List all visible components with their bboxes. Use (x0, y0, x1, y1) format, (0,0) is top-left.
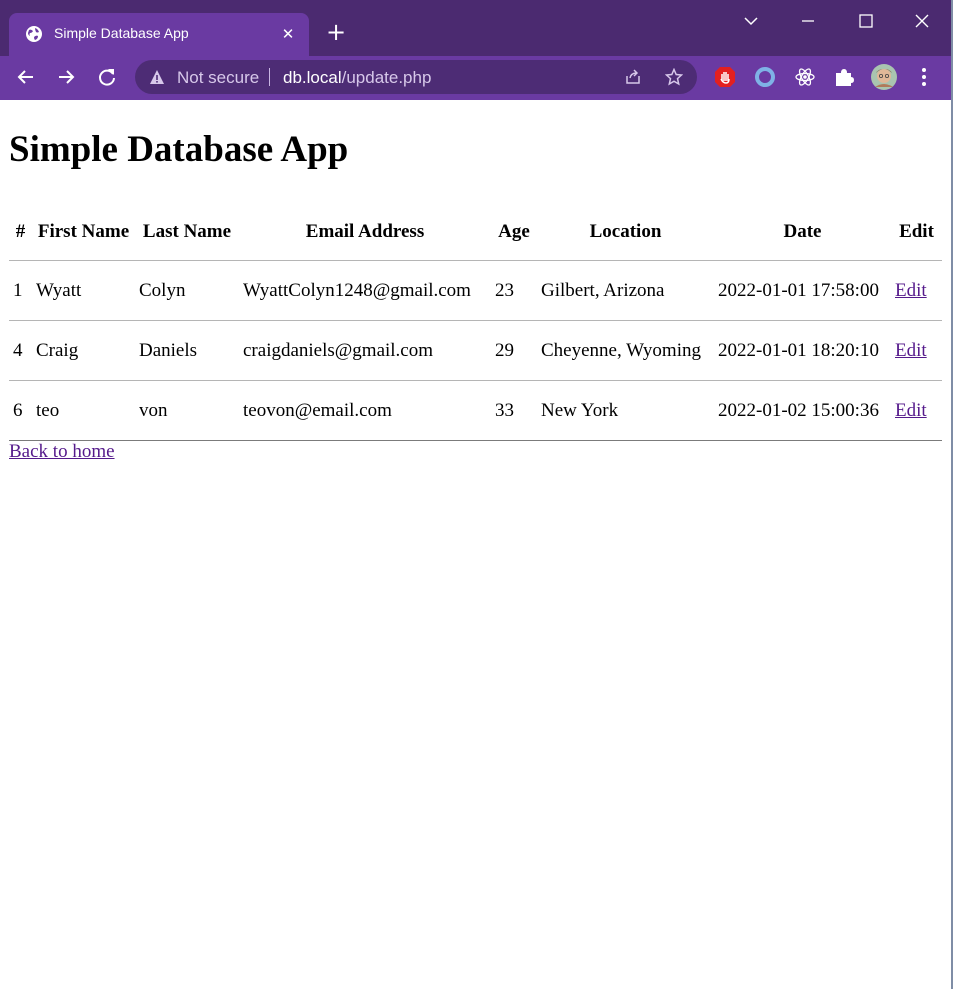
cell-date: 2022-01-02 15:00:36 (714, 380, 891, 441)
close-window-icon[interactable] (911, 10, 933, 32)
arrow-left-icon[interactable] (15, 66, 37, 88)
tab-title: Simple Database App (54, 25, 189, 41)
avatar[interactable] (870, 63, 898, 91)
minimize-icon[interactable] (797, 10, 819, 32)
users-table: # First Name Last Name Email Address Age… (9, 203, 942, 441)
stop-hand-icon[interactable] (714, 66, 736, 88)
more-vertical-icon[interactable] (913, 66, 935, 88)
column-header-first-name: First Name (32, 203, 135, 261)
cell-edit: Edit (891, 320, 942, 381)
cell-email: WyattColyn1248@gmail.com (239, 260, 491, 321)
url-host: db.local (283, 68, 342, 87)
cell-last-name: Colyn (135, 260, 239, 321)
column-header-email: Email Address (239, 203, 491, 261)
close-icon[interactable]: ✕ (280, 26, 296, 42)
arrow-right-icon[interactable] (55, 66, 77, 88)
cell-age: 23 (491, 260, 537, 321)
star-icon[interactable] (665, 68, 683, 86)
cell-email: teovon@email.com (239, 380, 491, 441)
omnibox-divider (269, 68, 270, 86)
chevron-down-icon[interactable] (740, 10, 762, 32)
browser-tab[interactable]: Simple Database App ✕ (9, 13, 309, 56)
puzzle-icon[interactable] (833, 66, 855, 88)
cell-edit: Edit (891, 380, 942, 441)
plus-icon[interactable]: + (325, 20, 347, 44)
url-path: /update.php (341, 68, 432, 87)
table-row: 1 Wyatt Colyn WyattColyn1248@gmail.com 2… (9, 260, 942, 321)
edit-link[interactable]: Edit (895, 280, 927, 301)
column-header-location: Location (537, 203, 714, 261)
reload-icon[interactable] (96, 66, 118, 88)
back-to-home-link[interactable]: Back to home (9, 441, 115, 463)
column-header-date: Date (714, 203, 891, 261)
warning-icon[interactable] (149, 69, 165, 85)
address-bar[interactable]: Not secure db.local/update.php (135, 60, 697, 94)
cell-date: 2022-01-01 17:58:00 (714, 260, 891, 321)
cell-edit: Edit (891, 260, 942, 321)
browser-toolbar: Not secure db.local/update.php (0, 56, 951, 100)
cell-first-name: teo (32, 380, 135, 441)
cell-age: 33 (491, 380, 537, 441)
react-atom-icon[interactable] (794, 66, 816, 88)
cell-age: 29 (491, 320, 537, 381)
cell-location: Cheyenne, Wyoming (537, 320, 714, 381)
security-label[interactable]: Not secure (177, 68, 259, 88)
table-row: 6 teo von teovon@email.com 33 New York 2… (9, 380, 942, 441)
cell-date: 2022-01-01 18:20:10 (714, 320, 891, 381)
page-title: Simple Database App (9, 129, 349, 170)
maximize-icon[interactable] (855, 10, 877, 32)
table-header-row: # First Name Last Name Email Address Age… (9, 203, 942, 261)
cell-location: Gilbert, Arizona (537, 260, 714, 321)
column-header-age: Age (491, 203, 537, 261)
cell-first-name: Wyatt (32, 260, 135, 321)
column-header-edit: Edit (891, 203, 942, 261)
column-header-id: # (9, 203, 32, 261)
cell-last-name: Daniels (135, 320, 239, 381)
browser-titlebar: Simple Database App ✕ + (0, 0, 951, 56)
cell-id: 4 (9, 320, 32, 381)
globe-icon (26, 26, 42, 42)
edit-link[interactable]: Edit (895, 400, 927, 421)
cell-id: 1 (9, 260, 32, 321)
cell-location: New York (537, 380, 714, 441)
column-header-last-name: Last Name (135, 203, 239, 261)
ring-icon[interactable] (754, 66, 776, 88)
cell-first-name: Craig (32, 320, 135, 381)
url-text[interactable]: db.local/update.php (283, 68, 431, 88)
share-icon[interactable] (624, 68, 642, 86)
edit-link[interactable]: Edit (895, 340, 927, 361)
table-row: 4 Craig Daniels craigdaniels@gmail.com 2… (9, 320, 942, 381)
cell-last-name: von (135, 380, 239, 441)
cell-email: craigdaniels@gmail.com (239, 320, 491, 381)
cell-id: 6 (9, 380, 32, 441)
